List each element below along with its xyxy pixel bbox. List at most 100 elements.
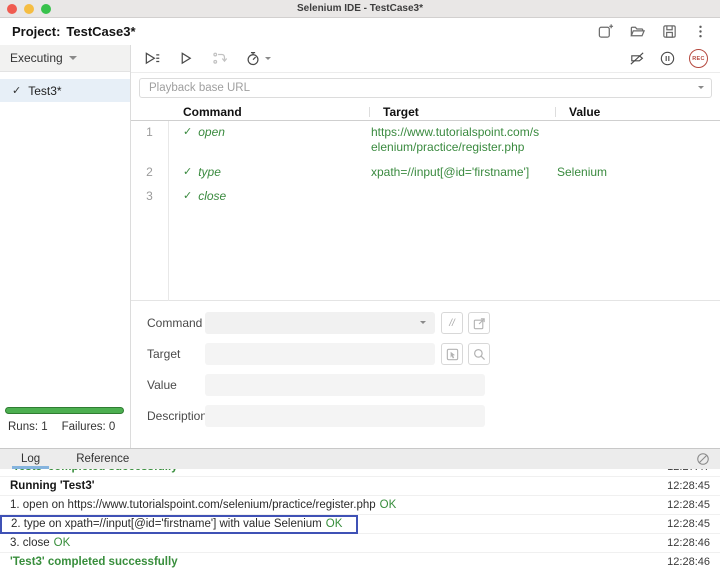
tests-filter-dropdown[interactable]: Executing: [0, 45, 130, 72]
window-title: Selenium IDE - TestCase3*: [297, 3, 423, 14]
playback-base-url-input[interactable]: [139, 78, 712, 98]
log-entries: 'Test3' completed successfully 12:27:47 …: [0, 469, 720, 571]
minimize-window-button[interactable]: [24, 3, 34, 14]
log-text: 'Test3' completed successfully: [10, 469, 178, 473]
log-entry: 3. close OK 12:28:46: [0, 534, 720, 553]
log-text: Running 'Test3': [10, 480, 95, 492]
step-passed-check-icon: ✓: [183, 126, 193, 138]
log-panel: Log Reference 'Test3' completed successf…: [0, 448, 720, 571]
playback-toolbar: REC: [131, 45, 720, 73]
find-target-button[interactable]: [468, 343, 490, 365]
more-menu-icon[interactable]: [693, 23, 708, 40]
table-row[interactable]: 3 ✓ close: [131, 185, 720, 207]
test-sidebar: Executing ✓ Test3* Runs: 1 Failures: 0: [0, 45, 131, 448]
run-all-tests-icon[interactable]: [143, 50, 161, 67]
log-tabbar: Log Reference: [0, 449, 720, 469]
command-select[interactable]: [205, 312, 435, 334]
target-column-header: Target: [369, 105, 555, 119]
runs-count: Runs: 1: [8, 421, 48, 433]
value-cell: [555, 185, 720, 207]
zoom-window-button[interactable]: [41, 3, 51, 14]
log-entry: 'Test3' completed successfully 12:27:47: [0, 469, 720, 477]
table-empty-area[interactable]: [131, 207, 720, 301]
close-window-button[interactable]: [7, 3, 17, 14]
value-column-header: Value: [555, 105, 720, 119]
commands-table-header: Command Target Value: [131, 103, 720, 121]
log-text: 3. close: [10, 537, 50, 549]
record-button[interactable]: REC: [689, 49, 708, 68]
step-passed-check-icon: ✓: [183, 190, 193, 202]
run-current-test-icon[interactable]: [178, 50, 194, 67]
run-stats: Runs: 1 Failures: 0: [0, 421, 130, 448]
log-entry: 1. open on https://www.tutorialspoint.co…: [0, 496, 720, 515]
description-input[interactable]: [205, 405, 485, 427]
row-number: 2: [131, 161, 169, 185]
log-timestamp: 12:28:46: [667, 556, 710, 568]
comment-toggle-button[interactable]: //: [441, 312, 463, 334]
new-project-icon[interactable]: [597, 23, 614, 40]
save-project-icon[interactable]: [661, 23, 678, 40]
command-field-label: Command: [147, 316, 203, 330]
log-timestamp: 12:28:45: [667, 480, 710, 492]
tests-filter-label: Executing: [10, 51, 63, 65]
target-cell: https://www.tutorialspoint.com/selenium/…: [371, 125, 540, 154]
chevron-down-icon: [68, 56, 77, 60]
log-timestamp: 12:28:45: [667, 518, 710, 530]
log-ok-badge: OK: [53, 537, 71, 549]
command-cell: open: [198, 125, 225, 139]
test-passed-check-icon: ✓: [12, 85, 22, 97]
commands-table: Command Target Value 1 ✓ open https://www…: [131, 103, 720, 301]
table-row[interactable]: 2 ✓ type xpath=//input[@id='firstname'] S…: [131, 161, 720, 185]
log-entry: Running 'Test3' 12:28:45: [0, 477, 720, 496]
project-label: Project:: [12, 24, 61, 39]
test-list-item[interactable]: ✓ Test3*: [0, 79, 130, 102]
target-cell: [369, 185, 555, 207]
clear-log-icon[interactable]: [696, 452, 710, 471]
open-reference-button[interactable]: [468, 312, 490, 334]
tab-reference[interactable]: Reference: [71, 453, 134, 469]
tab-log[interactable]: Log: [11, 453, 50, 469]
log-ok-badge: OK: [379, 499, 397, 511]
target-cell: xpath=//input[@id='firstname']: [371, 165, 530, 179]
execution-speed-icon[interactable]: [245, 50, 271, 67]
command-cell: close: [198, 189, 227, 203]
failures-count: Failures: 0: [61, 421, 116, 433]
row-number: 3: [131, 185, 169, 207]
log-text: 1. open on https://www.tutorialspoint.co…: [10, 499, 376, 511]
disable-breakpoints-icon[interactable]: [628, 50, 646, 67]
row-number: 1: [131, 121, 169, 161]
command-column-header: Command: [183, 104, 242, 119]
step-over-icon[interactable]: [211, 50, 228, 67]
speed-dropdown-caret-icon[interactable]: [265, 57, 271, 60]
pause-on-exceptions-icon[interactable]: [659, 50, 676, 67]
open-project-icon[interactable]: [629, 23, 646, 40]
log-timestamp: 12:28:45: [667, 499, 710, 511]
run-progress-bar: [5, 407, 124, 414]
chevron-down-icon: [420, 321, 426, 324]
value-cell: Selenium: [557, 165, 608, 179]
select-target-in-page-button[interactable]: [441, 343, 463, 365]
log-entry-highlighted: 2. type on xpath=//input[@id='firstname'…: [0, 514, 720, 534]
project-name: TestCase3*: [66, 24, 136, 39]
log-text: 'Test3' completed successfully: [10, 556, 178, 568]
log-text: 2. type on xpath=//input[@id='firstname'…: [11, 518, 322, 530]
table-row[interactable]: 1 ✓ open https://www.tutorialspoint.com/s…: [131, 121, 720, 161]
value-field-label: Value: [147, 378, 177, 392]
project-title: Project: TestCase3*: [12, 24, 136, 39]
value-input[interactable]: [205, 374, 485, 396]
traffic-lights: [7, 3, 51, 14]
project-header: Project: TestCase3*: [0, 18, 720, 45]
step-passed-check-icon: ✓: [183, 166, 193, 178]
url-dropdown-caret-icon[interactable]: [698, 86, 704, 89]
target-field-label: Target: [147, 347, 181, 361]
target-input[interactable]: [205, 343, 435, 365]
log-entry: 'Test3' completed successfully 12:28:46: [0, 553, 720, 571]
window-titlebar: Selenium IDE - TestCase3*: [0, 0, 720, 18]
command-cell: type: [198, 165, 221, 179]
value-cell: [555, 121, 720, 161]
description-field-label: Description: [147, 409, 208, 423]
log-timestamp: 12:28:46: [667, 537, 710, 549]
test-name: Test3*: [28, 83, 62, 98]
log-ok-badge: OK: [325, 518, 343, 530]
command-editor-form: Command // Target Value Description: [131, 301, 720, 436]
